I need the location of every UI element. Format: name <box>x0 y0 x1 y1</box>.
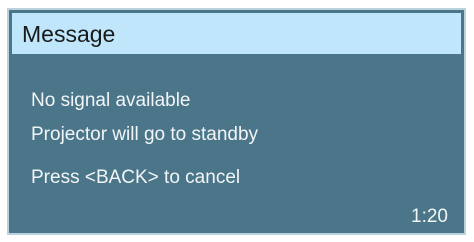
dialog-titlebar: Message <box>12 13 461 54</box>
standby-message: Projector will go to standby <box>31 124 259 145</box>
no-signal-message: No signal available <box>31 90 191 111</box>
dialog-title: Message <box>22 21 116 47</box>
message-dialog: Message No signal available Projector wi… <box>7 8 466 235</box>
countdown-timer: 1:20 <box>411 206 448 227</box>
cancel-instruction: Press <BACK> to cancel <box>31 167 241 188</box>
